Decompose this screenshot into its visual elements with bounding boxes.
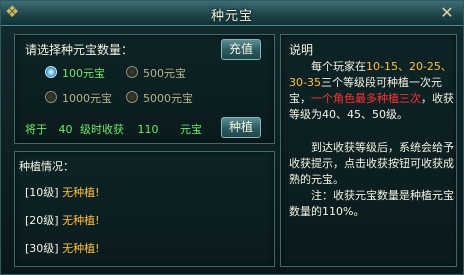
- harvest-mid: 级时收获: [80, 123, 124, 136]
- explain-limit-warning: 一个角色最多种植三次: [311, 92, 421, 105]
- harvest-prefix: 将于: [25, 123, 47, 136]
- option-5000-radio[interactable]: [126, 91, 138, 103]
- status-value: 无种植!: [62, 186, 100, 199]
- plant-button[interactable]: 种植: [221, 117, 261, 138]
- harvest-amount: 110: [137, 123, 159, 136]
- status-row-20: [20级] 无种植!: [25, 212, 100, 228]
- title-bar: ❖ 种元宝 ✕: [1, 1, 463, 26]
- status-row-10: [10级] 无种植!: [25, 184, 100, 200]
- explain-text: 每个玩家在: [311, 60, 366, 73]
- option-1000-label[interactable]: 1000元宝: [62, 90, 112, 106]
- plant-status-panel: 种植情况： [10级] 无种植! [20级] 无种植! [30级] 无种植!: [14, 151, 275, 267]
- explain-paragraph-1: 每个玩家在10-15、20-25、30-35三个等级段可种植一次元宝，一个角色最…: [289, 59, 454, 123]
- harvest-level: 40: [58, 123, 73, 136]
- option-500-label[interactable]: 500元宝: [143, 65, 186, 81]
- status-level: [20级]: [25, 214, 59, 227]
- status-heading: 种植情况：: [19, 160, 74, 173]
- status-row-30: [30级] 无种植!: [25, 240, 100, 256]
- close-icon[interactable]: ✕: [437, 3, 457, 23]
- option-5000-label[interactable]: 5000元宝: [143, 90, 193, 106]
- plant-ingot-window: ❖ 种元宝 ✕ 请选择种元宝数量： 充值 100元宝 500元宝 1000元宝 …: [0, 0, 464, 275]
- harvest-unit: 元宝: [180, 123, 202, 136]
- status-value: 无种植!: [62, 214, 100, 227]
- explanation-panel: 说明 每个玩家在10-15、20-25、30-35三个等级段可种植一次元宝，一个…: [280, 34, 457, 267]
- status-level: [30级]: [25, 242, 59, 255]
- explain-heading: 说明: [289, 43, 314, 57]
- window-title: 种元宝: [210, 9, 253, 24]
- recharge-button[interactable]: 充值: [221, 39, 261, 60]
- option-100-label[interactable]: 100元宝: [62, 65, 105, 81]
- explain-paragraph-2: 到达收获等级后，系统会给予收获提示，点击收获按钮可收获成熟的元宝。: [289, 141, 454, 186]
- select-heading: 请选择种元宝数量：: [25, 43, 134, 57]
- explain-note: 注：收获元宝数量是种植元宝数量的110%。: [289, 189, 454, 218]
- select-amount-panel: 请选择种元宝数量： 充值 100元宝 500元宝 1000元宝 5000元宝 将…: [14, 34, 275, 144]
- status-value: 无种植!: [62, 242, 100, 255]
- option-1000-radio[interactable]: [45, 91, 57, 103]
- option-500-radio[interactable]: [126, 66, 138, 78]
- status-level: [10级]: [25, 186, 59, 199]
- option-100-radio[interactable]: [45, 66, 57, 78]
- harvest-info: 将于 40 级时收获 110 元宝: [25, 121, 202, 137]
